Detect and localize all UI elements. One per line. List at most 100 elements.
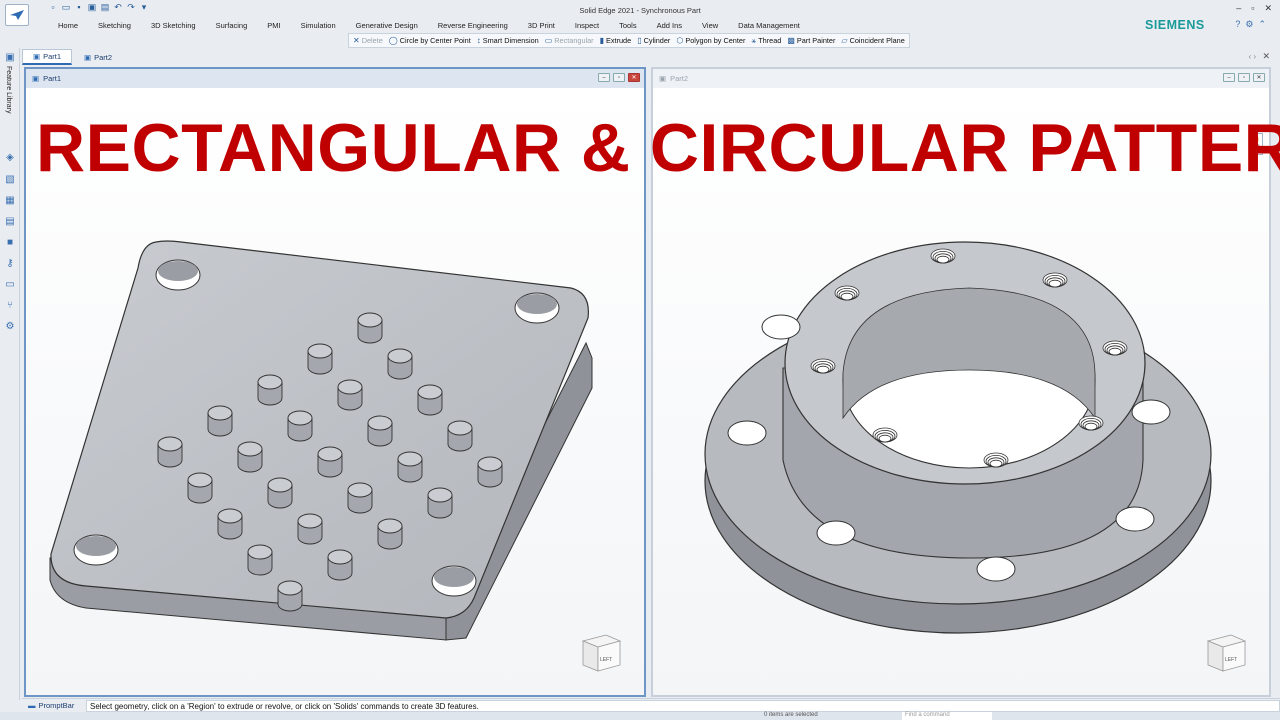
restore-icon[interactable]: ▫ bbox=[1251, 3, 1254, 14]
key-icon[interactable]: ⚷ bbox=[4, 258, 16, 270]
ribbon-tab-view[interactable]: View bbox=[692, 21, 728, 30]
close-document-icon[interactable]: ✕ bbox=[1262, 51, 1270, 62]
pattern-peg bbox=[157, 436, 183, 468]
ribbon-tab-3d-sketching[interactable]: 3D Sketching bbox=[141, 21, 206, 30]
path-finder-icon[interactable]: ◈ bbox=[4, 152, 16, 164]
pattern-peg bbox=[397, 451, 423, 483]
pane-title-bar: ▣ Part1 bbox=[26, 69, 644, 88]
pattern-peg bbox=[237, 441, 263, 473]
cmd-delete[interactable]: ✕ Delete bbox=[353, 36, 383, 45]
threaded-hole bbox=[930, 248, 956, 264]
layers-icon[interactable]: ▧ bbox=[4, 174, 16, 186]
delete-icon: ✕ bbox=[353, 36, 360, 45]
pane-minimize-icon[interactable]: – bbox=[598, 73, 610, 82]
ribbon-tab-pmi[interactable]: PMI bbox=[257, 21, 290, 30]
color-icon[interactable]: ■ bbox=[4, 237, 16, 249]
cmd-cylinder[interactable]: ▯ Cylinder bbox=[637, 36, 670, 45]
view-cube[interactable]: LEFT bbox=[578, 627, 624, 675]
pattern-peg bbox=[387, 348, 413, 380]
pane-close-icon[interactable]: ✕ bbox=[628, 73, 640, 82]
dimension-icon: ↕ bbox=[476, 36, 481, 45]
pattern-peg bbox=[377, 518, 403, 550]
ribbon-tab-3d-print[interactable]: 3D Print bbox=[518, 21, 565, 30]
ribbon-tab-home[interactable]: Home bbox=[48, 21, 88, 30]
cmd-label: Polygon by Center bbox=[685, 36, 746, 45]
cmd-thread[interactable]: ⚹ Thread bbox=[751, 36, 781, 46]
find-command-input[interactable]: Find a command bbox=[902, 712, 992, 720]
cmd-label: Smart Dimension bbox=[482, 36, 539, 45]
bolt-hole bbox=[1131, 399, 1171, 425]
ribbon-tab-reverse-engineering[interactable]: Reverse Engineering bbox=[428, 21, 518, 30]
pane-title: Part2 bbox=[670, 74, 689, 83]
gear-box-icon[interactable]: ⚙ bbox=[4, 321, 16, 333]
pattern-peg bbox=[367, 415, 393, 447]
parts-library-icon[interactable]: ▦ bbox=[4, 195, 16, 207]
pattern-peg bbox=[217, 508, 243, 540]
tab-scroll-arrows[interactable]: ‹ › bbox=[1248, 52, 1256, 61]
pane-minimize-icon[interactable]: – bbox=[1223, 73, 1235, 82]
pattern-peg bbox=[297, 513, 323, 545]
brand-logo: SIEMENS bbox=[1145, 18, 1205, 32]
overlay-title: RECTANGULAR & CIRCULAR PATTERN bbox=[36, 110, 1280, 186]
cmd-part-painter[interactable]: ▩ Part Painter bbox=[787, 36, 835, 45]
bolt-hole bbox=[976, 556, 1016, 582]
sensors-icon[interactable]: ▤ bbox=[4, 216, 16, 228]
ribbon-tab-add-ins[interactable]: Add Ins bbox=[647, 21, 692, 30]
pattern-peg bbox=[187, 472, 213, 504]
promptbar-tab[interactable]: ▬ PromptBar bbox=[22, 701, 86, 710]
cmd-coincident-plane[interactable]: ▱ Coincident Plane bbox=[841, 36, 904, 45]
ribbon-tab-data-management[interactable]: Data Management bbox=[728, 21, 810, 30]
doc-tab-part2[interactable]: ▣ Part2 bbox=[74, 49, 122, 65]
doc-tab-part1[interactable]: ▣ Part1 bbox=[22, 49, 73, 65]
view-cube[interactable]: LEFT bbox=[1203, 627, 1249, 675]
threaded-hole bbox=[1102, 340, 1128, 356]
cmd-circle-by-center-point[interactable]: ◯ Circle by Center Point bbox=[389, 36, 471, 45]
bolt-hole bbox=[1115, 506, 1155, 532]
ribbon-tab-inspect[interactable]: Inspect bbox=[565, 21, 609, 30]
cmd-polygon-by-center[interactable]: ⬡ Polygon by Center bbox=[676, 36, 745, 45]
display-icon[interactable]: ▭ bbox=[4, 279, 16, 291]
cmd-rectangular[interactable]: ▭ Rectangular bbox=[545, 36, 594, 45]
ribbon-tab-simulation[interactable]: Simulation bbox=[291, 21, 346, 30]
threaded-hole bbox=[983, 452, 1009, 468]
cmd-label: Coincident Plane bbox=[849, 36, 905, 45]
ribbon-tabs: Home Sketching 3D Sketching Surfacing PMI Sim… bbox=[48, 21, 810, 30]
selection-count: 0 items are selected bbox=[764, 712, 818, 718]
part-icon: ▣ bbox=[32, 74, 40, 83]
cylinder-icon: ▯ bbox=[637, 36, 642, 45]
threaded-hole bbox=[872, 427, 898, 443]
ribbon-tab-generative-design[interactable]: Generative Design bbox=[346, 21, 428, 30]
threaded-hole bbox=[1042, 272, 1068, 288]
pattern-peg bbox=[257, 374, 283, 406]
solid-edge-window: ▫ ▭ ▪ ▣ ▤ ↶ ↷ ▾ Solid Edge 2021 - Synchr… bbox=[0, 0, 1280, 720]
pane-restore-icon[interactable]: ▫ bbox=[613, 73, 625, 82]
pane-controls: – ▫ ✕ bbox=[598, 73, 640, 82]
pane-title: Part1 bbox=[43, 74, 62, 83]
doc-tab-label: Part2 bbox=[94, 52, 113, 62]
pane-restore-icon[interactable]: ▫ bbox=[1238, 73, 1250, 82]
cmd-extrude[interactable]: ▮ Extrude bbox=[600, 36, 632, 45]
ribbon-tab-tools[interactable]: Tools bbox=[609, 21, 647, 30]
cmd-smart-dimension[interactable]: ↕ Smart Dimension bbox=[477, 36, 539, 45]
doc-tab-label: Part1 bbox=[43, 52, 62, 61]
bolt-hole bbox=[816, 520, 856, 546]
ribbon-tab-surfacing[interactable]: Surfacing bbox=[206, 21, 258, 30]
tree-icon[interactable]: ⑂ bbox=[4, 300, 16, 312]
cmd-label: Cylinder bbox=[643, 36, 671, 45]
feature-library-label[interactable]: Feature Library bbox=[5, 66, 12, 113]
plane-icon: ▱ bbox=[841, 36, 848, 45]
pane-close-icon[interactable]: ✕ bbox=[1253, 73, 1265, 82]
painter-icon: ▩ bbox=[787, 36, 795, 45]
ribbon-collapse-icon[interactable]: ⌃ bbox=[1258, 19, 1266, 30]
cmd-label: Extrude bbox=[606, 36, 632, 45]
ribbon-tab-sketching[interactable]: Sketching bbox=[88, 21, 141, 30]
settings-icon[interactable]: ⚙ bbox=[1245, 19, 1253, 30]
thread-icon: ⚹ bbox=[751, 35, 757, 45]
help-icon[interactable]: ? bbox=[1235, 19, 1240, 30]
close-icon[interactable]: ✕ bbox=[1264, 3, 1272, 14]
feature-library-icon[interactable]: ▣ bbox=[4, 52, 16, 64]
cmd-label: Delete bbox=[361, 36, 383, 45]
minimize-icon[interactable]: – bbox=[1236, 3, 1241, 14]
pattern-peg bbox=[447, 420, 473, 452]
threaded-hole bbox=[810, 358, 836, 374]
